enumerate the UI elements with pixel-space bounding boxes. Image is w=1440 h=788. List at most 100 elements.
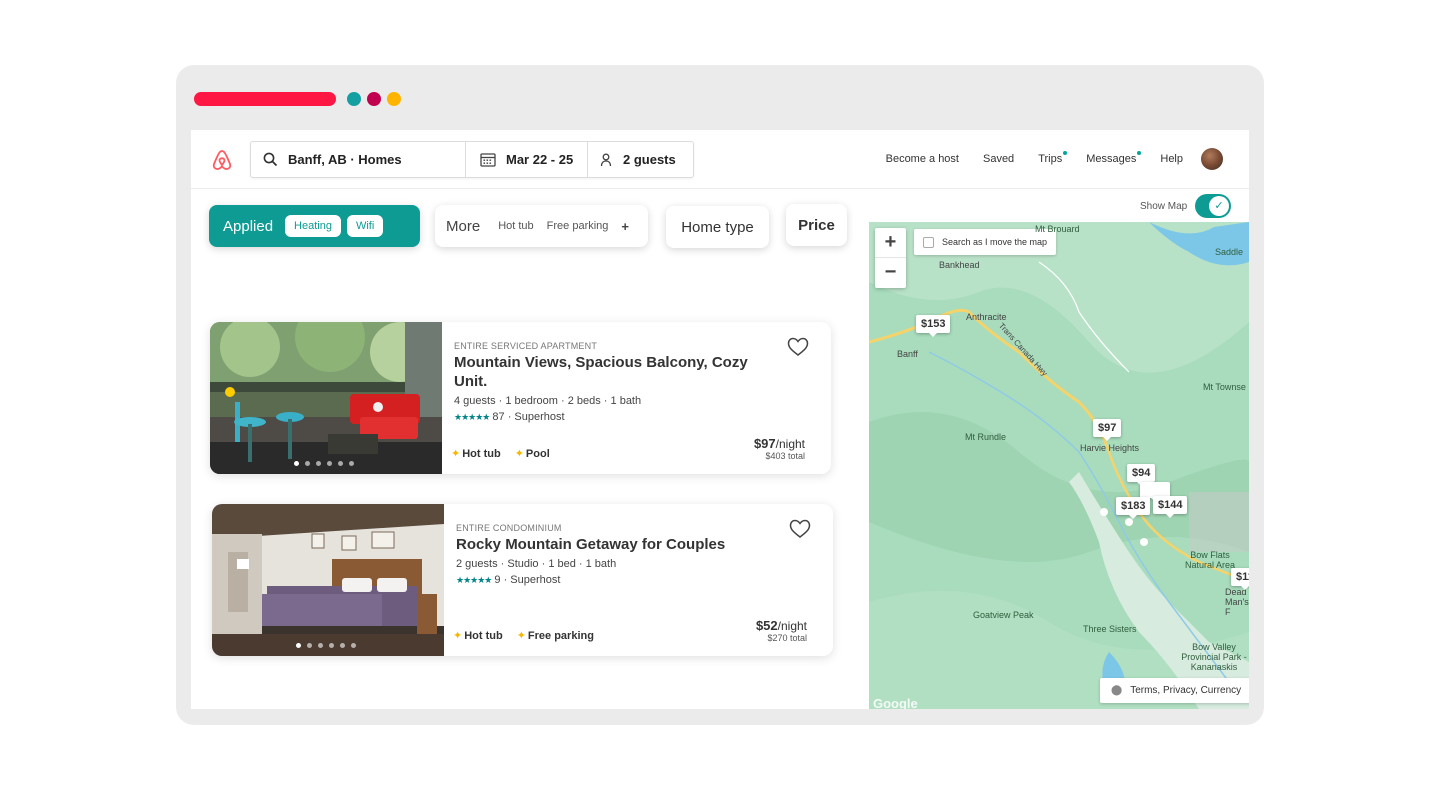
place-bankhead: Bankhead [939,260,980,270]
more-label: More [446,217,481,235]
amenity-pool: ✦ Pool [515,447,550,460]
price-pin[interactable]: $183 [1116,497,1151,519]
place-bow-flats: Bow Flats Natural Area [1184,550,1236,570]
place-saddle: Saddle [1215,247,1244,257]
amenity-hot-tub: ✦ Hot tub [453,629,503,642]
guests-field[interactable]: 2 guests [588,142,693,177]
check-icon: ✓ [1209,196,1229,216]
search-icon [263,152,278,167]
chip-wifi[interactable]: Wifi [346,215,384,237]
amenity-hot-tub: ✦ Hot tub [451,447,501,460]
price-pin[interactable]: $97 [1093,419,1122,441]
price-per-night: $52/night [756,618,807,633]
place-three-sisters: Three Sisters [1083,624,1137,634]
listing-card[interactable]: ENTIRE SERVICED APARTMENT Mountain Views… [210,322,831,474]
chip-heating[interactable]: Heating [285,215,341,237]
guests-value: 2 guests [623,152,676,167]
price-value: $97 [753,436,776,451]
listing-price: $97/night $403 total [754,436,805,461]
price-pin[interactable]: $94 [1127,464,1156,486]
nav-saved[interactable]: Saved [983,153,1014,165]
applied-filters[interactable]: Applied Heating Wifi [209,205,420,247]
airbnb-logo-icon[interactable] [210,148,234,172]
listing-price: $52/night $270 total [756,618,807,643]
listing-amenities: ✦ Hot tub ✦ Free parking [453,629,594,642]
dates-value: Mar 22 - 25 [506,152,574,167]
window-dot-teal[interactable] [347,92,361,106]
sparkle-icon: ✦ [451,448,461,460]
location-value: Banff, AB · Homes [288,152,402,167]
listing-details: 4 guests · 1 bedroom · 2 beds · 1 bath [454,395,642,407]
show-map-toggle[interactable]: ✓ [1195,194,1231,218]
app-screen: Banff, AB · Homes Mar 22 - 25 2 guests B… [191,130,1249,709]
rating-stars: ★★★★★ [456,575,492,585]
trips-notification-dot [1063,151,1068,155]
listing-card[interactable]: ENTIRE CONDOMINIUM Rocky Mountain Getawa… [212,504,833,656]
more-filters[interactable]: More Hot tub Free parking + [435,205,648,247]
heart-icon[interactable] [787,337,809,357]
more-option-hot-tub[interactable]: Hot tub [498,220,533,232]
nav-become-host[interactable]: Become a host [886,153,959,165]
guests-icon [600,153,612,166]
balcony-photo [210,322,442,474]
window-dot-magenta[interactable] [367,92,381,106]
place-goatview-peak: Goatview Peak [973,610,1034,620]
price-pin[interactable]: $11 [1231,568,1249,590]
price-unit: /night [777,619,807,633]
price-filter[interactable]: Price [786,204,847,246]
price-pin[interactable]: $153 [916,315,951,337]
nav-help[interactable]: Help [1160,153,1183,165]
map-terms-control[interactable]: ⬤ Terms, Privacy, Currency [1100,678,1249,703]
location-field[interactable]: Banff, AB · Homes [251,142,466,177]
price-pin[interactable]: $144 [1153,496,1188,518]
rating-reviews: 9 · Superhost [494,574,561,586]
calendar-icon [480,153,496,167]
listing-photo[interactable] [210,322,442,474]
zoom-out-button[interactable]: − [875,258,906,288]
listing-rating: ★★★★★ 87 · Superhost [454,411,565,423]
more-plus-icon[interactable]: + [621,219,629,234]
map[interactable]: + − Search as I move the map Mt Brouard … [869,222,1249,709]
rating-reviews: 87 · Superhost [492,411,565,423]
amenity-label: Hot tub [462,448,501,460]
top-nav: Become a host Saved Trips Messages Help [862,151,1183,165]
place-anthracite: Anthracite [966,312,1007,322]
listing-rating: ★★★★★ 9 · Superhost [456,574,560,586]
google-attribution: Google [873,696,918,709]
photo-carousel-dots[interactable] [296,643,356,648]
search-bar[interactable]: Banff, AB · Homes Mar 22 - 25 2 guests [250,141,694,178]
pin-icon: ⬤ [1111,685,1123,696]
more-option-free-parking[interactable]: Free parking [547,220,609,232]
search-as-move-label: Search as I move the map [942,237,1048,247]
listing-title[interactable]: Rocky Mountain Getaway for Couples [456,535,756,554]
nav-trips[interactable]: Trips [1038,151,1068,165]
window-dot-yellow[interactable] [387,92,401,106]
listing-photo[interactable] [212,504,444,656]
price-unit: /night [775,437,805,451]
place-mt-rundle: Mt Rundle [965,432,1007,442]
map-terms-label: Terms, Privacy, Currency [1130,685,1242,696]
price-total: $270 total [767,633,807,643]
photo-carousel-dots[interactable] [294,461,354,466]
listing-title[interactable]: Mountain Views, Spacious Balcony, Cozy U… [454,353,754,391]
place-bow-valley-park: Bow Valley Provincial Park - Kananaskis [1181,642,1247,672]
zoom-in-button[interactable]: + [875,228,906,258]
bedroom-photo [212,504,444,656]
browser-window: Banff, AB · Homes Mar 22 - 25 2 guests B… [176,65,1264,725]
place-mt-brouard: Mt Brouard [1035,224,1080,234]
amenity-label: Hot tub [464,630,503,642]
map-terrain [869,222,1249,709]
rating-stars: ★★★★★ [454,412,490,422]
search-as-move-checkbox[interactable] [923,236,934,248]
place-harvie-heights: Harvie Heights [1080,443,1140,453]
user-avatar[interactable] [1201,148,1223,170]
price-value: $52 [755,618,778,633]
nav-messages[interactable]: Messages [1086,151,1142,165]
home-type-filter[interactable]: Home type [666,206,769,248]
place-mt-townsend: Mt Townse [1203,382,1246,392]
messages-notification-dot [1137,151,1142,155]
heart-icon[interactable] [789,519,811,539]
dates-field[interactable]: Mar 22 - 25 [466,142,588,177]
sparkle-icon: ✦ [516,630,526,642]
nav-messages-label: Messages [1086,153,1137,165]
